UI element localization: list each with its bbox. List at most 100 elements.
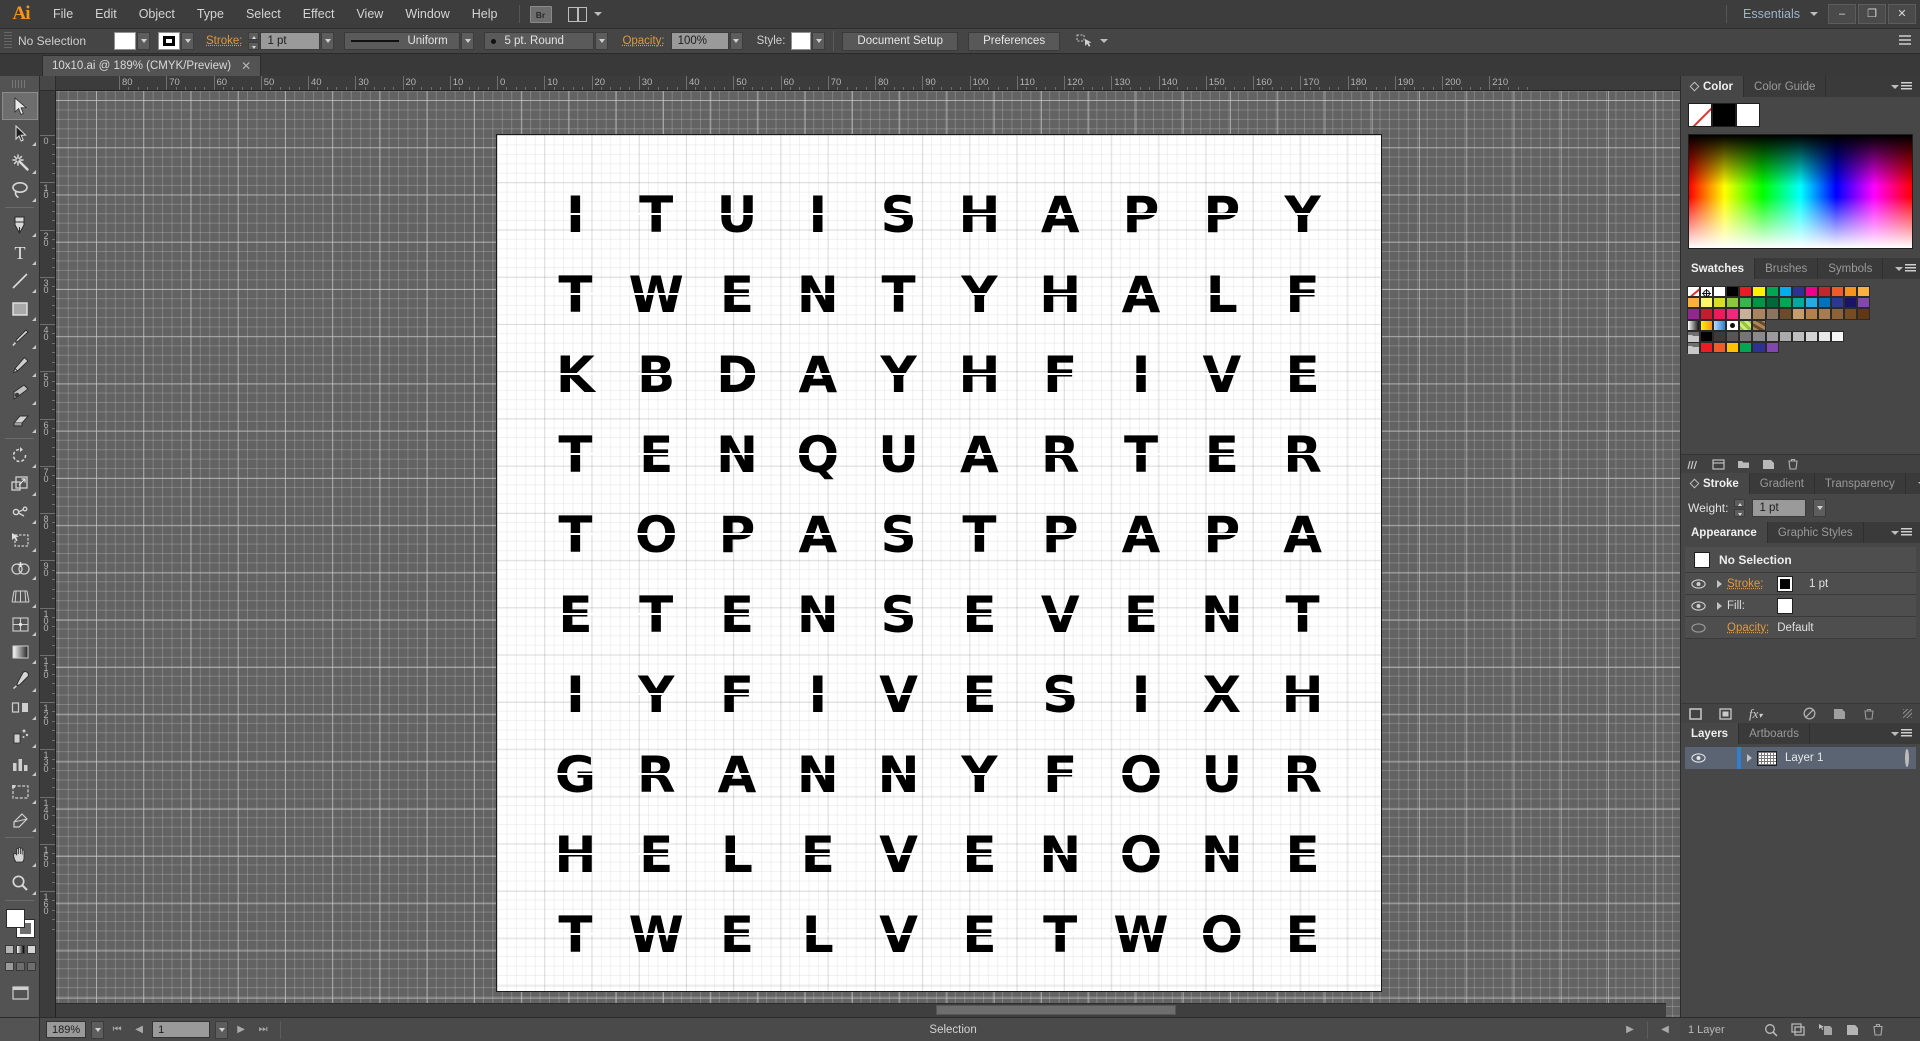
eraser-tool[interactable] xyxy=(2,407,38,435)
appearance-opacity-label[interactable]: Opacity: xyxy=(1727,622,1769,634)
scale-tool[interactable] xyxy=(2,470,38,498)
letter-cell[interactable]: S xyxy=(858,175,939,255)
swatch-color[interactable] xyxy=(1857,297,1870,308)
letter-cell[interactable]: W xyxy=(616,895,697,975)
swatch-color[interactable] xyxy=(1779,308,1792,319)
status-menu-button[interactable]: ▶ xyxy=(1621,1021,1639,1038)
stroke-profile-select[interactable]: Uniform xyxy=(344,32,460,50)
letter-cell[interactable]: U xyxy=(1181,735,1262,815)
stroke-color-thumbnail[interactable] xyxy=(1777,576,1793,592)
swatch-color[interactable] xyxy=(1713,297,1726,308)
swatch-color[interactable] xyxy=(1779,286,1792,297)
swatch-registration[interactable] xyxy=(1700,286,1713,297)
letter-cell[interactable]: V xyxy=(858,815,939,895)
slice-tool[interactable] xyxy=(2,806,38,834)
letter-cell[interactable]: Y xyxy=(939,255,1020,335)
tab-graphic-styles[interactable]: Graphic Styles xyxy=(1768,522,1864,543)
swatch-color[interactable] xyxy=(1857,286,1870,297)
color-spectrum-ramp[interactable] xyxy=(1688,134,1913,249)
swatch-color[interactable] xyxy=(1700,308,1713,319)
tab-gradient[interactable]: Gradient xyxy=(1750,473,1815,494)
layers-panel-menu-button[interactable] xyxy=(1879,723,1920,744)
shape-builder-tool[interactable] xyxy=(2,554,38,582)
add-new-stroke-icon[interactable] xyxy=(1689,708,1702,720)
expand-triangle-icon[interactable] xyxy=(1711,580,1727,588)
letter-cell[interactable]: E xyxy=(939,895,1020,975)
duplicate-item-icon[interactable] xyxy=(1833,708,1846,720)
letter-cell[interactable]: T xyxy=(616,175,697,255)
line-segment-tool[interactable] xyxy=(2,267,38,295)
swatch-color[interactable] xyxy=(1713,342,1726,353)
swatch-color[interactable] xyxy=(1779,331,1792,342)
next-artboard-button[interactable]: ▶ xyxy=(232,1021,250,1038)
artboard-tool[interactable] xyxy=(2,778,38,806)
hand-tool[interactable] xyxy=(2,841,38,869)
letter-cell[interactable]: A xyxy=(939,415,1020,495)
tools-panel-grip[interactable] xyxy=(12,80,27,88)
swatch-color[interactable] xyxy=(1766,342,1779,353)
letter-cell[interactable]: T xyxy=(535,495,616,575)
tab-color-guide[interactable]: Color Guide xyxy=(1744,76,1826,97)
letter-cell[interactable]: P xyxy=(697,495,778,575)
letter-cell[interactable]: R xyxy=(1262,415,1343,495)
letter-cell[interactable]: N xyxy=(777,735,858,815)
swatch-color[interactable] xyxy=(1792,286,1805,297)
swatch-color[interactable] xyxy=(1739,286,1752,297)
swatch-none[interactable] xyxy=(1687,286,1700,297)
stroke-color-swatch[interactable] xyxy=(158,32,180,50)
delete-layer-icon[interactable] xyxy=(1872,1023,1884,1036)
swatch-color[interactable] xyxy=(1844,297,1857,308)
letter-cell[interactable]: Y xyxy=(858,335,939,415)
letter-cell[interactable]: V xyxy=(1020,575,1101,655)
menu-view[interactable]: View xyxy=(345,0,394,28)
tab-appearance[interactable]: Appearance xyxy=(1681,522,1768,543)
magic-wand-tool[interactable] xyxy=(2,148,38,176)
letter-cell[interactable]: Y xyxy=(939,735,1020,815)
swatch-color[interactable] xyxy=(1752,308,1765,319)
clear-appearance-icon[interactable] xyxy=(1803,707,1816,720)
stroke-dropdown-button[interactable] xyxy=(181,32,194,50)
letter-cell[interactable]: F xyxy=(697,655,778,735)
letter-cell[interactable]: T xyxy=(535,895,616,975)
letter-cell[interactable]: P xyxy=(1181,495,1262,575)
letter-cell[interactable]: L xyxy=(697,815,778,895)
stroke-weight-label[interactable]: Stroke: xyxy=(206,35,242,47)
fill-and-stroke-controls[interactable] xyxy=(6,909,36,939)
expand-triangle-icon[interactable] xyxy=(1711,602,1727,610)
letter-cell[interactable]: O xyxy=(1181,895,1262,975)
swatch-color[interactable] xyxy=(1792,331,1805,342)
swatch-libraries-icon[interactable] xyxy=(1687,459,1700,470)
swatch-color[interactable] xyxy=(1726,297,1739,308)
tab-color[interactable]: Color xyxy=(1681,76,1744,97)
swatch-color[interactable] xyxy=(1844,286,1857,297)
previous-artboard-button[interactable]: ◀ xyxy=(130,1021,148,1038)
swatch-color[interactable] xyxy=(1713,308,1726,319)
letter-cell[interactable]: A xyxy=(697,735,778,815)
letter-cell[interactable]: T xyxy=(1101,415,1182,495)
letter-cell[interactable]: E xyxy=(939,575,1020,655)
appearance-fill-row[interactable]: Fill: xyxy=(1685,595,1916,617)
letter-cell[interactable]: A xyxy=(777,495,858,575)
letter-cell[interactable]: K xyxy=(535,335,616,415)
swatch-color[interactable] xyxy=(1752,342,1765,353)
vertical-ruler[interactable]: 0102030405060708090100110120130140150160 xyxy=(40,91,56,1017)
layer-row[interactable]: Layer 1 xyxy=(1685,747,1916,769)
swatch-color[interactable] xyxy=(1739,331,1752,342)
symbol-sprayer-tool[interactable] xyxy=(2,722,38,750)
menu-select[interactable]: Select xyxy=(235,0,292,28)
appearance-panel-menu-button[interactable] xyxy=(1879,522,1920,543)
lasso-tool[interactable] xyxy=(2,176,38,204)
blob-brush-tool[interactable] xyxy=(2,379,38,407)
gradient-tool[interactable] xyxy=(2,638,38,666)
swatch-color[interactable] xyxy=(1726,308,1739,319)
new-swatch-icon[interactable] xyxy=(1762,459,1775,470)
letter-cell[interactable]: A xyxy=(1101,255,1182,335)
tab-artboards[interactable]: Artboards xyxy=(1739,723,1810,744)
preferences-button[interactable]: Preferences xyxy=(968,32,1060,51)
letter-cell[interactable]: F xyxy=(1020,735,1101,815)
swatch-color[interactable] xyxy=(1726,342,1739,353)
letter-cell[interactable]: A xyxy=(1262,495,1343,575)
zoom-level-dropdown[interactable] xyxy=(91,1021,104,1039)
create-new-sublayer-icon[interactable] xyxy=(1818,1023,1833,1036)
tab-brushes[interactable]: Brushes xyxy=(1755,258,1818,279)
